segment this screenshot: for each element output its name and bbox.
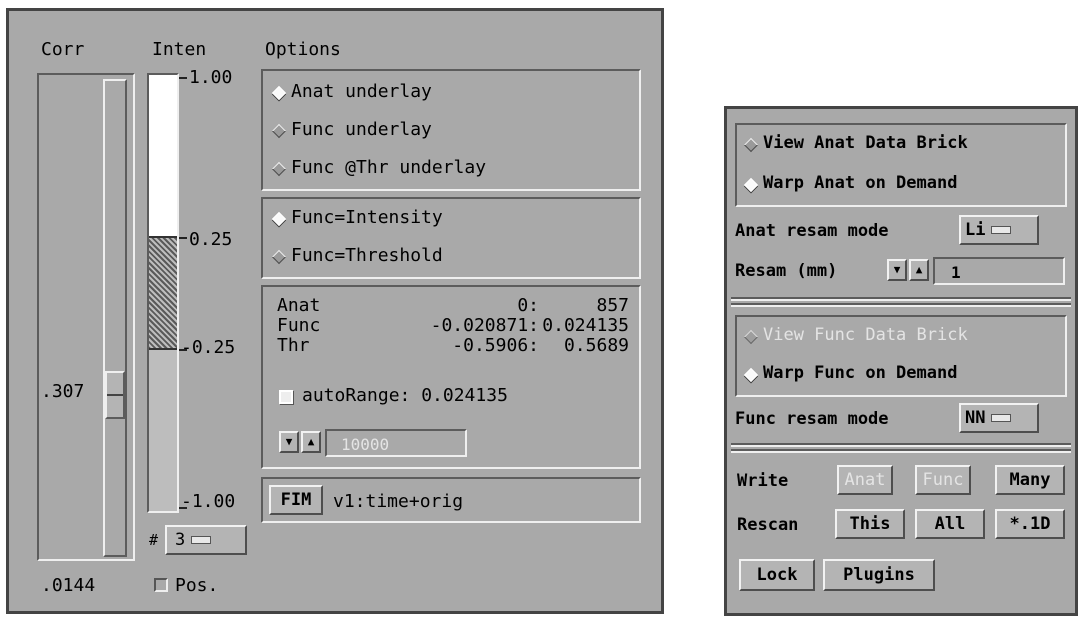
datamode-panel: View Anat Data Brick Warp Anat on Demand… [724,106,1078,616]
color-bar-band-bottom[interactable] [149,349,177,511]
separator [731,449,1071,453]
define-function-panel: Corr Inten Options .307 .0144 1.00 0.25 … [6,8,664,614]
range-up-arrow[interactable]: ▲ [301,431,321,453]
rescan-this-button[interactable]: This [835,509,905,539]
color-bar-divider-lower [149,348,177,350]
range-row-max: 0.5689 [563,335,629,356]
rescan-label: Rescan [737,515,799,535]
resam-mm-field[interactable]: 1 [933,257,1065,285]
color-bar-label: -0.25 [181,337,236,358]
pos-checkbox[interactable] [154,578,168,592]
color-bar-label: 1.00 [189,67,233,88]
option-menu-icon [191,536,212,544]
option-menu-icon [991,414,1012,422]
fim-dataset-label: v1:time+orig [333,491,464,512]
separator [731,443,1071,447]
radio-label-anat-underlay[interactable]: Anat underlay [291,83,432,101]
pos-checkbox-label: Pos. [175,575,219,596]
corr-thumb-grip [107,394,123,396]
func-resam-label: Func resam mode [735,409,889,429]
radio-label-func-intensity[interactable]: Func=Intensity [291,209,443,227]
option-menu-icon [991,226,1012,234]
range-row-max: 857 [596,295,629,316]
down-arrow-icon: ▼ [285,435,293,448]
write-func-button[interactable]: Func [915,465,971,495]
radio-label-func-threshold[interactable]: Func=Threshold [291,247,443,265]
pane-count-value: 3 [175,530,186,550]
pane-count-prefix: # [149,531,159,549]
up-arrow-icon: ▲ [915,263,923,276]
corr-current-value: .307 [41,381,85,402]
func-resam-value: NN [965,408,986,428]
color-bar-label: -1.00 [181,491,236,512]
range-row-max: 0.024135 [542,315,629,336]
write-label: Write [737,471,789,491]
corr-slider-trough[interactable] [103,79,127,557]
radio-label-func-thr-underlay[interactable]: Func @Thr underlay [291,159,486,177]
write-anat-button[interactable]: Anat [837,465,893,495]
anat-resam-menu[interactable]: Li [959,215,1039,245]
radio-label-func-underlay[interactable]: Func underlay [291,121,432,139]
color-bar-tick [179,237,187,239]
color-bar-tick [179,77,187,79]
autorange-label[interactable]: autoRange: 0.024135 [302,387,508,405]
color-bar-label: 0.25 [189,229,233,250]
range-row-min: -0.5906: [452,335,539,356]
range-value-field[interactable]: 10000 [325,429,467,457]
options-header: Options [265,39,341,60]
separator [731,297,1071,301]
resam-up-arrow[interactable]: ▲ [909,259,929,281]
func-resam-menu[interactable]: NN [959,403,1039,433]
write-many-button[interactable]: Many [995,465,1065,495]
rescan-1d-button[interactable]: *.1D [995,509,1065,539]
rescan-all-button[interactable]: All [915,509,985,539]
color-bar-band-top[interactable] [149,75,177,237]
anat-resam-label: Anat resam mode [735,221,889,241]
separator [731,303,1071,307]
resam-down-arrow[interactable]: ▼ [887,259,907,281]
radio-label-warp-func-demand[interactable]: Warp Func on Demand [763,365,957,382]
range-down-arrow[interactable]: ▼ [279,431,299,453]
autorange-checkbox[interactable] [279,390,293,404]
radio-label-view-func-brick[interactable]: View Func Data Brick [763,327,968,344]
corr-bottom-value: .0144 [41,575,96,596]
inten-header: Inten [152,39,207,60]
lock-button[interactable]: Lock [739,559,815,591]
corr-header: Corr [41,39,85,60]
plugins-button[interactable]: Plugins [823,559,935,591]
range-row-name: Func [277,315,321,336]
radio-label-warp-anat-demand[interactable]: Warp Anat on Demand [763,175,957,192]
fim-button[interactable]: FIM [269,485,323,515]
resam-mm-label: Resam (mm) [735,261,838,281]
pane-count-menu[interactable]: 3 [165,525,247,555]
range-row-name: Anat [277,295,321,316]
color-bar-divider-upper [149,236,177,238]
color-bar-band-middle[interactable] [149,237,177,349]
range-row-min: 0: [517,295,539,316]
radio-label-view-anat-brick[interactable]: View Anat Data Brick [763,135,968,152]
up-arrow-icon: ▲ [307,435,315,448]
range-row-min: -0.020871: [430,315,539,336]
down-arrow-icon: ▼ [893,263,901,276]
anat-resam-value: Li [965,220,986,240]
range-row-name: Thr [277,335,310,356]
